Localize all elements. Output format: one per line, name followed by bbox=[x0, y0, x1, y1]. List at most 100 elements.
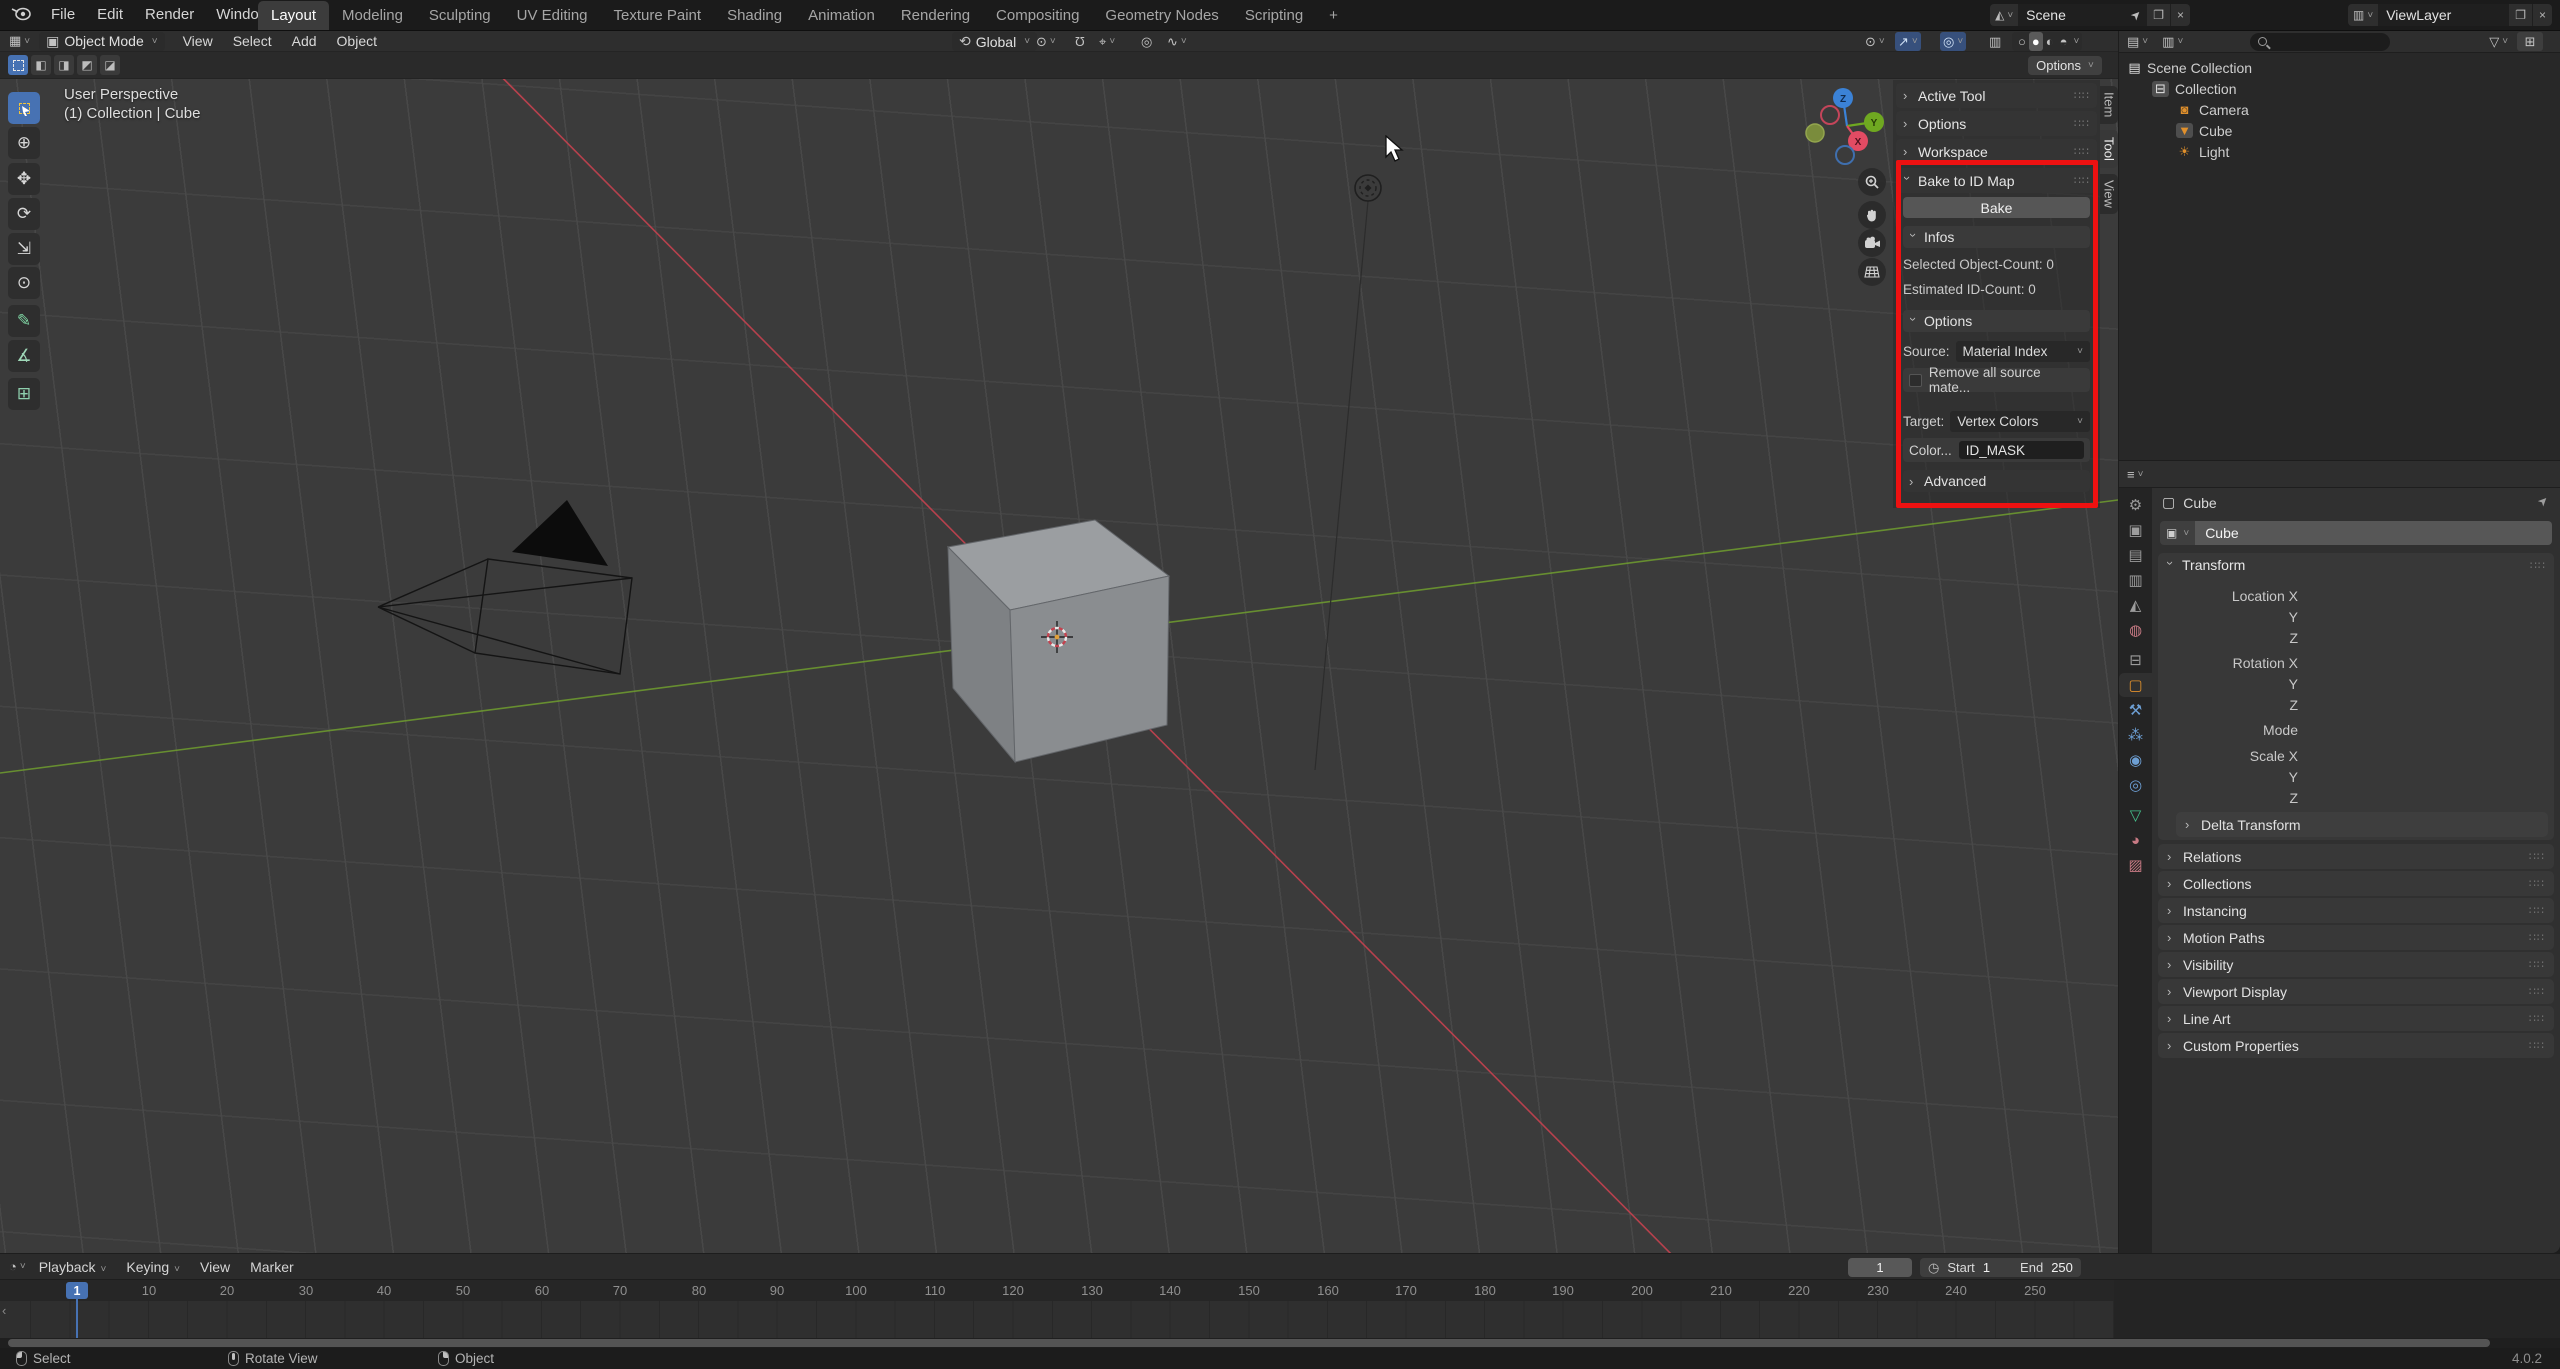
workspace-tab[interactable]: Compositing bbox=[983, 1, 1092, 30]
menu-add[interactable]: Add bbox=[282, 33, 327, 49]
outliner-editor-type-button[interactable]: ▤ ˅ bbox=[2124, 32, 2151, 51]
menu-render[interactable]: Render bbox=[134, 0, 205, 30]
shading-rendered-icon[interactable]: ◓ bbox=[2057, 32, 2071, 51]
outliner-row-camera[interactable]: ▶ ◙ Camera ◙ ⊙ ⊡ bbox=[2119, 99, 2560, 120]
timeline-tracks[interactable] bbox=[0, 1301, 2114, 1338]
shading-wireframe-icon[interactable]: ○ bbox=[2015, 32, 2029, 51]
tool-add-cube[interactable]: ⊞ bbox=[8, 378, 40, 410]
end-frame-field[interactable]: 250 bbox=[2051, 1260, 2073, 1275]
sidebar-tab-view[interactable]: View bbox=[2100, 174, 2118, 214]
shading-solid-icon[interactable]: ● bbox=[2028, 32, 2043, 51]
falloff-dropdown[interactable]: ∿ ˅ bbox=[1164, 32, 1190, 51]
tab-scene-properties[interactable]: ◭ bbox=[2119, 593, 2152, 617]
display-mode-dropdown[interactable]: ▥ ˅ bbox=[2159, 32, 2186, 51]
blender-logo-icon[interactable] bbox=[0, 6, 40, 25]
tool-scale[interactable]: ⇲ bbox=[8, 233, 40, 265]
menu-select[interactable]: Select bbox=[223, 33, 282, 49]
workspace-tab[interactable]: Scripting bbox=[1232, 1, 1316, 30]
tab-material-properties[interactable]: ◕ bbox=[2119, 828, 2152, 852]
timeline-collapse-icon[interactable]: ‹ bbox=[2, 1303, 6, 1318]
viewlayer-icon[interactable]: ▥ ˅ bbox=[2348, 4, 2379, 26]
playhead[interactable]: 1 bbox=[66, 1282, 88, 1299]
tab-output-properties[interactable]: ▤ bbox=[2119, 543, 2152, 567]
tool-options-button[interactable]: Options ˅ bbox=[2028, 56, 2102, 75]
sidebar-tab-item[interactable]: Item bbox=[2100, 86, 2118, 124]
pivot-point-dropdown[interactable]: ⊙ ˅ bbox=[1033, 32, 1059, 51]
workspace-tab[interactable]: Animation bbox=[795, 1, 888, 30]
viewport-3d[interactable] bbox=[0, 31, 2118, 1253]
cube-object[interactable] bbox=[946, 519, 1171, 764]
start-frame-field[interactable]: 1 bbox=[1983, 1260, 1990, 1275]
workspace-tab[interactable]: Texture Paint bbox=[601, 1, 715, 30]
viewlayer-name[interactable]: ViewLayer bbox=[2378, 7, 2508, 23]
tool-cursor[interactable]: ⊕ bbox=[8, 127, 40, 159]
properties-panel-header[interactable]: › Relations ∷∷ bbox=[2158, 844, 2554, 869]
workspace-tab[interactable]: Sculpting bbox=[416, 1, 504, 30]
scene-name[interactable]: Scene bbox=[2018, 7, 2126, 23]
tool-rotate[interactable]: ⟳ bbox=[8, 198, 40, 230]
scene-selector[interactable]: ◭ ˅ Scene ➤ ❐ × bbox=[1990, 4, 2190, 26]
tab-physics-properties[interactable]: ◉ bbox=[2119, 748, 2152, 772]
gizmo-neg-z-axis[interactable] bbox=[1835, 145, 1855, 165]
delta-transform-panel-header[interactable]: › Delta Transform bbox=[2176, 812, 2548, 837]
tool-select-box[interactable] bbox=[8, 92, 40, 124]
tab-viewlayer-properties[interactable]: ▥ bbox=[2119, 568, 2152, 592]
tab-object-data-properties[interactable]: ▽ bbox=[2119, 803, 2152, 827]
tab-texture-properties[interactable]: ▨ bbox=[2119, 853, 2152, 877]
properties-panel-header[interactable]: › Visibility ∷∷ bbox=[2158, 952, 2554, 977]
timeline-menu[interactable]: Playback bbox=[29, 1259, 117, 1275]
camera-view-button[interactable] bbox=[1858, 229, 1886, 257]
gizmo-neg-x-axis[interactable] bbox=[1820, 105, 1840, 125]
snap-target-dropdown[interactable]: ⌖ ˅ bbox=[1096, 32, 1118, 51]
select-mode-invert[interactable]: ◩ bbox=[77, 55, 97, 75]
outliner-row-light[interactable]: ▶ ☀ Light ◎ ⊙ ⊡ bbox=[2119, 141, 2560, 162]
xray-toggle[interactable]: ▥ bbox=[1986, 32, 2004, 51]
outliner-row-collection[interactable]: ⊟ Collection ✓ ⊙ ⊡ bbox=[2119, 78, 2560, 99]
select-mode-extend[interactable]: ◧ bbox=[31, 55, 51, 75]
unlink-scene-icon[interactable]: × bbox=[2170, 4, 2190, 26]
timeline-scrollbar-thumb[interactable] bbox=[8, 1339, 2490, 1347]
outliner-row-scene-collection[interactable]: ▤ Scene Collection bbox=[2119, 57, 2560, 78]
workspace-tab[interactable]: Layout bbox=[258, 1, 330, 30]
snap-magnet-icon[interactable]: Ω bbox=[1072, 32, 1088, 51]
shading-material-icon[interactable]: ◐ bbox=[2043, 32, 2057, 51]
tool-measure[interactable]: ∡ bbox=[8, 340, 40, 372]
select-mode-new[interactable] bbox=[8, 55, 28, 75]
tool-move[interactable]: ✥ bbox=[8, 163, 40, 195]
viewlayer-selector[interactable]: ▥ ˅ ViewLayer ❐ × bbox=[2348, 4, 2552, 26]
workspace-tab[interactable]: Shading bbox=[714, 1, 795, 30]
menu-file[interactable]: File bbox=[40, 0, 86, 30]
tab-render-properties[interactable]: ▣ bbox=[2119, 518, 2152, 542]
workspace-tab[interactable]: + bbox=[1316, 1, 1351, 30]
current-frame-field[interactable]: 1 bbox=[1848, 1258, 1912, 1277]
tab-tool-properties[interactable]: ⚙ bbox=[2119, 493, 2152, 517]
filter-dropdown[interactable]: ▽ ˅ bbox=[2486, 32, 2511, 51]
properties-panel-header[interactable]: › Motion Paths ∷∷ bbox=[2158, 925, 2554, 950]
workspace-tab[interactable]: Geometry Nodes bbox=[1092, 1, 1231, 30]
object-name-field[interactable]: ▣ ˅ Cube bbox=[2160, 521, 2552, 545]
zoom-button[interactable] bbox=[1858, 168, 1886, 196]
navigation-gizmo[interactable]: Z Y X bbox=[1800, 45, 1900, 165]
timeline-menu[interactable]: Marker bbox=[240, 1259, 304, 1275]
ortho-grid-button[interactable] bbox=[1858, 258, 1886, 286]
properties-panel-header[interactable]: › Instancing ∷∷ bbox=[2158, 898, 2554, 923]
tab-object-properties[interactable]: ▢ bbox=[2119, 673, 2152, 697]
gizmo-neg-y-axis[interactable] bbox=[1805, 123, 1825, 143]
workspace-tab[interactable]: Modeling bbox=[329, 1, 416, 30]
tool-transform[interactable]: ⊙ bbox=[8, 267, 40, 299]
editor-type-button[interactable]: ▦ ˅ bbox=[6, 32, 33, 51]
properties-editor-type-button[interactable]: ≡ ˅ bbox=[2124, 465, 2146, 484]
timeline-menu[interactable]: View bbox=[190, 1259, 240, 1275]
tool-annotate[interactable]: ✎ bbox=[8, 305, 40, 337]
select-mode-intersect[interactable]: ◪ bbox=[100, 55, 120, 75]
properties-panel-header[interactable]: › Collections ∷∷ bbox=[2158, 871, 2554, 896]
sidebar-tab-tool[interactable]: Tool bbox=[2100, 130, 2118, 168]
timeline-menu[interactable]: Keying bbox=[116, 1259, 190, 1275]
duplicate-scene-icon[interactable]: ❐ bbox=[2147, 4, 2170, 26]
workspace-tab[interactable]: UV Editing bbox=[504, 1, 601, 30]
transform-panel-header[interactable]: › Transform ∷∷ bbox=[2158, 553, 2554, 577]
duplicate-viewlayer-icon[interactable]: ❐ bbox=[2509, 4, 2532, 26]
select-mode-subtract[interactable]: ◨ bbox=[54, 55, 74, 75]
pan-hand-button[interactable] bbox=[1858, 201, 1886, 229]
tab-collection-properties[interactable]: ⊟ bbox=[2119, 648, 2152, 672]
